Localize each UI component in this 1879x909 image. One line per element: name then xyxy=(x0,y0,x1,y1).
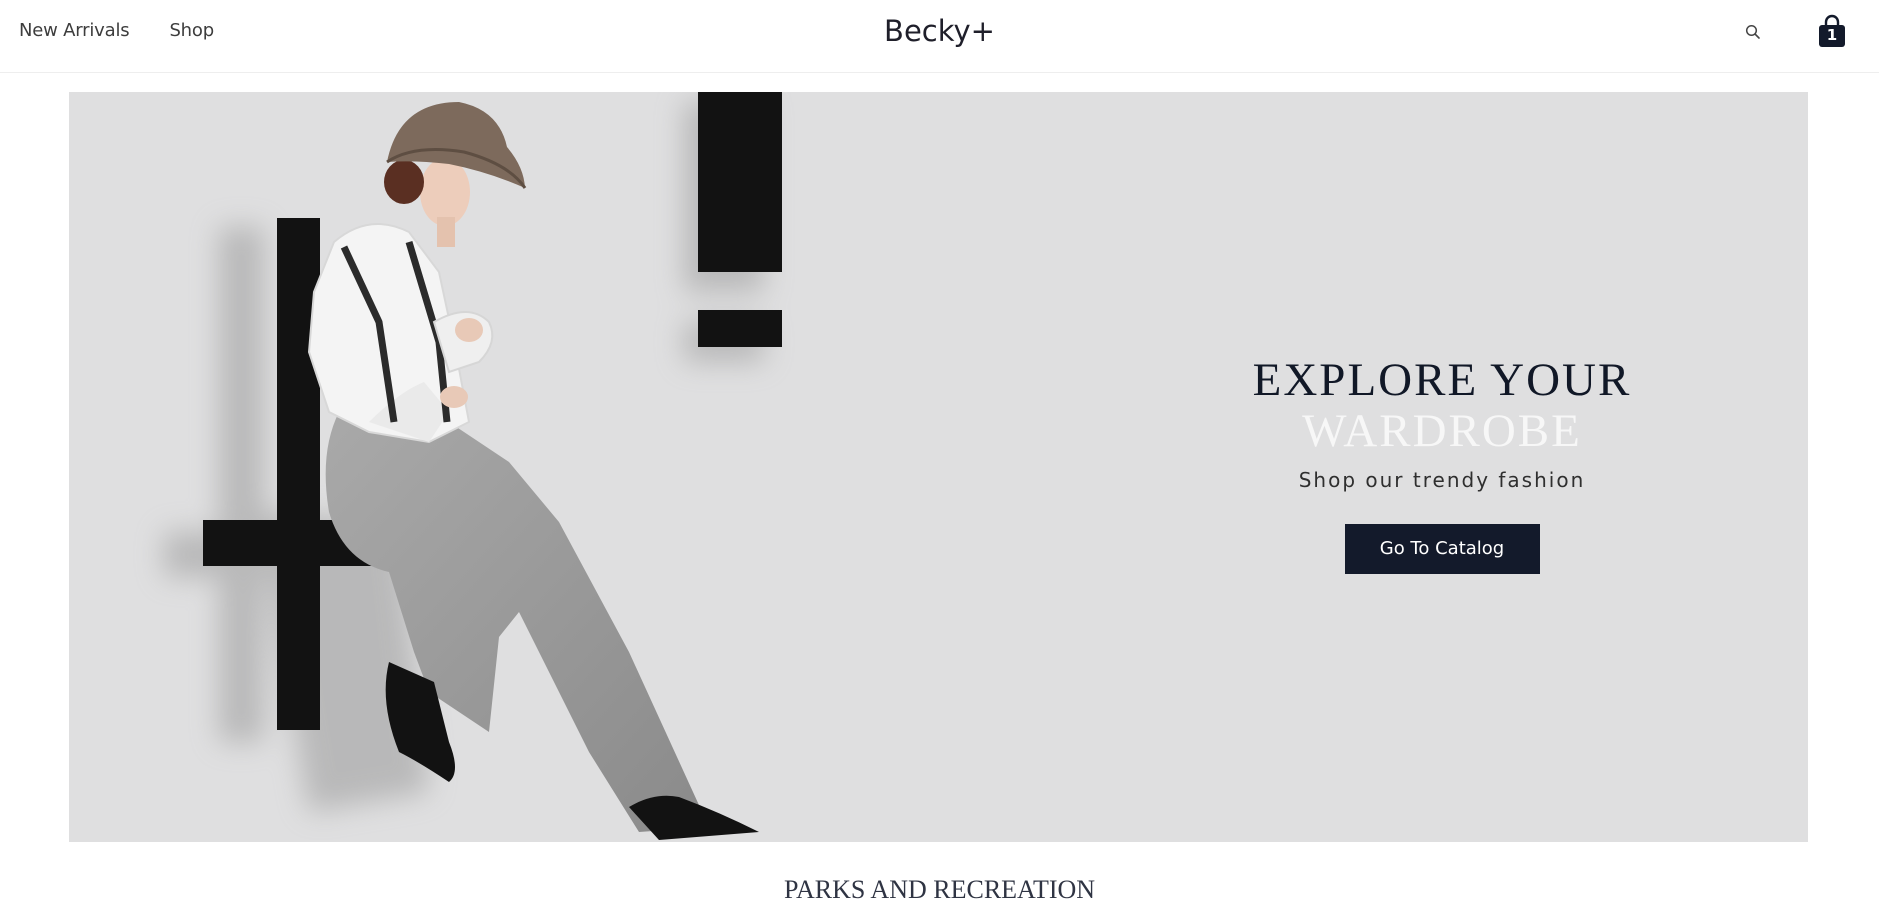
hero-subtitle: Shop our trendy fashion xyxy=(1298,468,1586,492)
cart-count-badge: 1 xyxy=(1826,26,1838,44)
search-icon[interactable] xyxy=(1744,23,1762,41)
section-title: PARKS AND RECREATION xyxy=(783,875,1096,904)
hero-title-line-1: EXPLORE YOUR xyxy=(1252,354,1632,406)
hero-model-image xyxy=(164,92,782,840)
brand-logo[interactable]: Becky+ xyxy=(0,14,1879,48)
hero-title-line-2: WARDROBE xyxy=(1302,405,1582,457)
hero-copy: EXPLORE YOUR WARDROBE Shop our trendy fa… xyxy=(1199,354,1685,574)
site-header: New Arrivals Shop Becky+ 1 xyxy=(0,0,1879,73)
hero-banner: EXPLORE YOUR WARDROBE Shop our trendy fa… xyxy=(69,92,1808,842)
go-to-catalog-button[interactable]: Go To Catalog xyxy=(1344,524,1540,574)
cart-button[interactable]: 1 xyxy=(1818,14,1846,48)
